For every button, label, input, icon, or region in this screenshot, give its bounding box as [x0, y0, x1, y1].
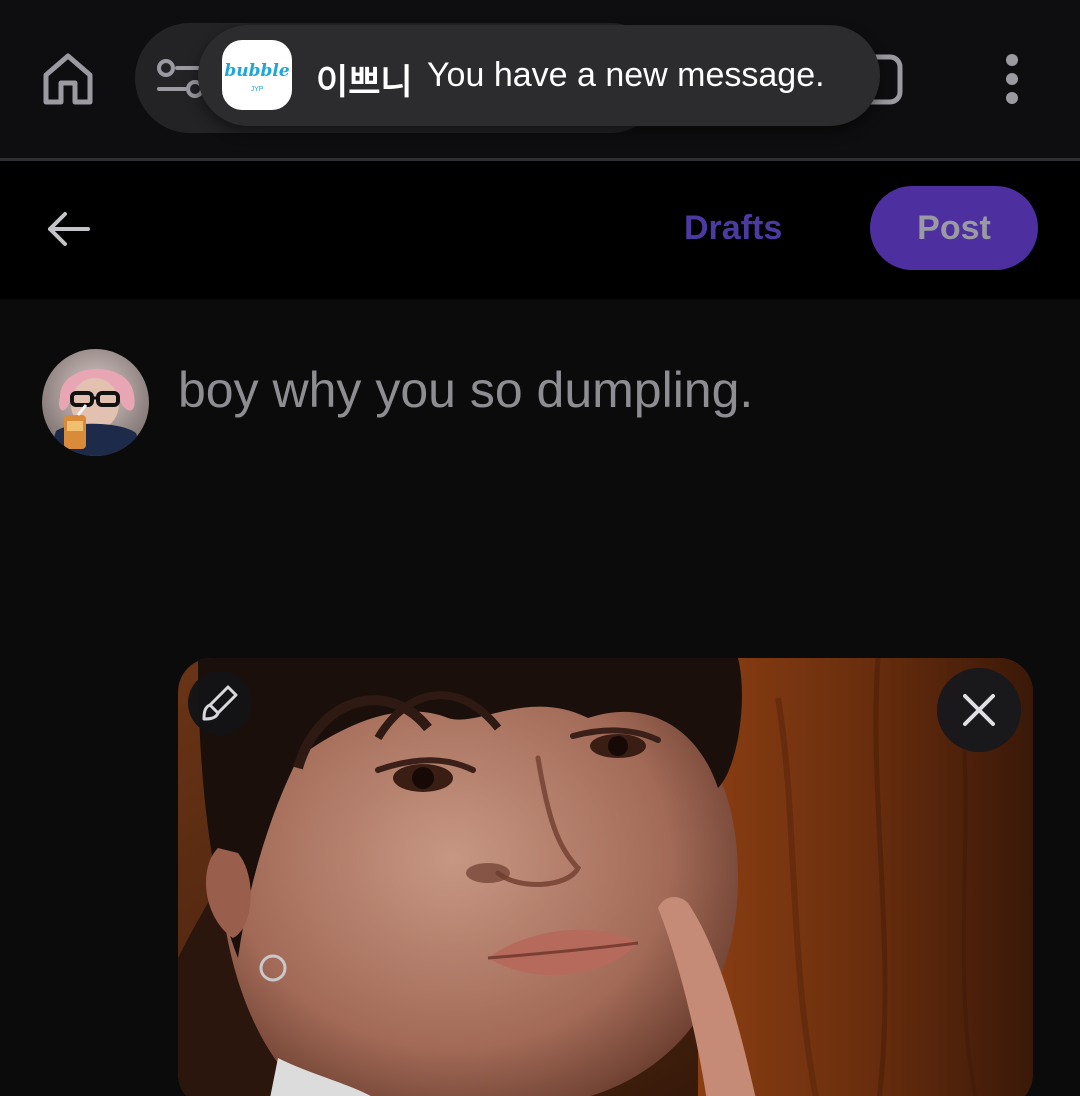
post-button[interactable]: Post	[870, 186, 1038, 270]
photo-image	[178, 658, 1033, 1096]
drafts-button[interactable]: Drafts	[684, 209, 782, 248]
arrow-left-icon[interactable]	[44, 209, 94, 249]
brush-icon[interactable]	[188, 671, 252, 735]
close-icon[interactable]	[937, 668, 1021, 752]
bubble-app-icon: bubble JYP	[222, 40, 292, 110]
more-vertical-icon[interactable]	[992, 52, 1032, 106]
post-text-input[interactable]: boy why you so dumpling.	[178, 361, 753, 419]
screen: bubble JYP 이쁘니 You have a new message. D…	[0, 0, 1080, 1096]
compose-header: Drafts Post	[0, 161, 1080, 299]
notification-message: You have a new message.	[427, 56, 825, 94]
notification-toast[interactable]: bubble JYP 이쁘니 You have a new message.	[198, 25, 880, 126]
notification-sender: 이쁘니	[316, 63, 413, 103]
attached-photo[interactable]	[178, 658, 1033, 1096]
compose-body: boy why you so dumpling.	[0, 299, 1080, 1096]
app-icon-subtitle: JYP	[250, 86, 264, 93]
avatar	[42, 349, 149, 456]
home-icon[interactable]	[38, 48, 98, 108]
app-icon-wordmark: bubble	[224, 61, 290, 81]
